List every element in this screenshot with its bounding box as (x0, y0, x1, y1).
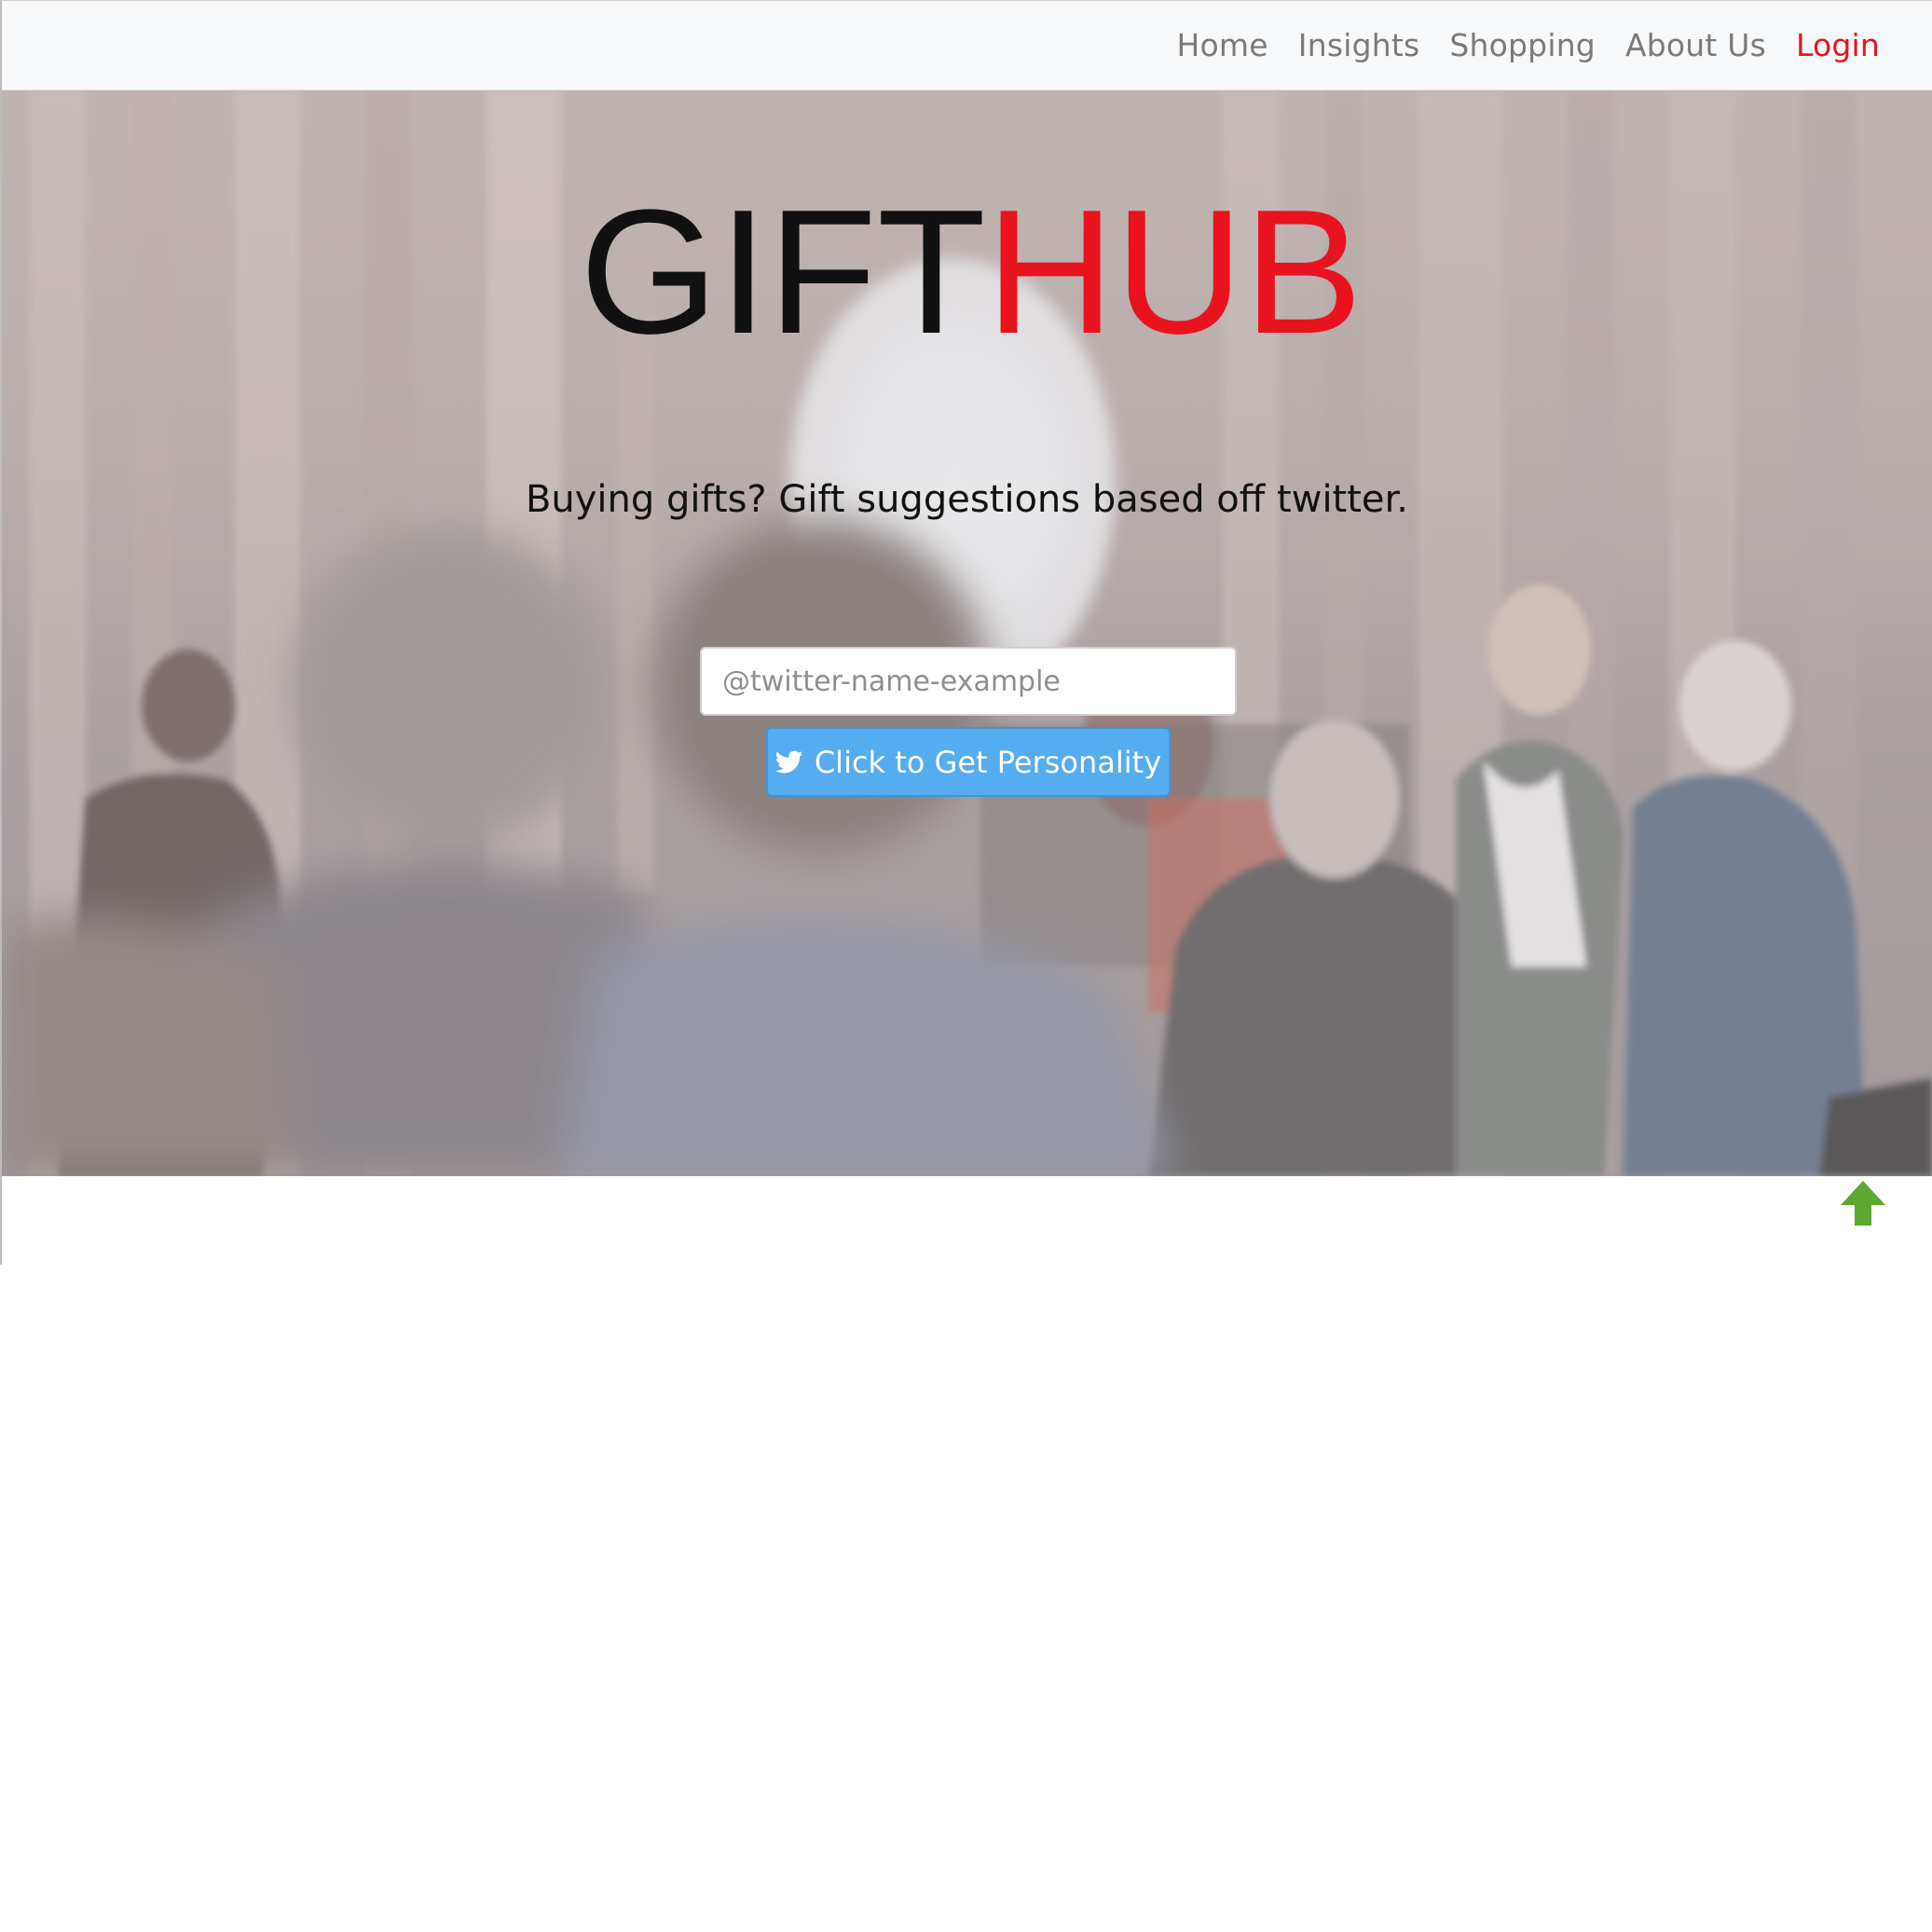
logo-part-hub: HUB (986, 184, 1363, 351)
nav-link-insights[interactable]: Insights (1298, 27, 1420, 63)
svg-text:GIFTHUB: GIFTHUB (580, 184, 1363, 351)
nav-link-login[interactable]: Login (1796, 27, 1880, 63)
hero-section: GIFTHUB Buying gifts? Gift suggestions b… (2, 90, 1932, 1176)
twitter-icon (774, 750, 803, 774)
arrow-up-icon (1841, 1181, 1885, 1226)
get-personality-button[interactable]: Click to Get Personality (766, 727, 1171, 797)
nav-link-about-us[interactable]: About Us (1625, 27, 1766, 63)
get-personality-label: Click to Get Personality (814, 744, 1162, 780)
nav-link-home[interactable]: Home (1177, 27, 1268, 63)
gifthub-logo: GIFTHUB (580, 184, 1363, 351)
nav-links: Home Insights Shopping About Us Login (1177, 1, 1881, 89)
hero-tagline: Buying gifts? Gift suggestions based off… (525, 478, 1409, 521)
top-navbar: Home Insights Shopping About Us Login (2, 1, 1932, 90)
scroll-to-top-button[interactable] (1839, 1179, 1887, 1227)
nav-link-shopping[interactable]: Shopping (1449, 27, 1596, 63)
logo-part-gift: GIFT (580, 184, 986, 351)
twitter-handle-input[interactable] (700, 647, 1237, 716)
